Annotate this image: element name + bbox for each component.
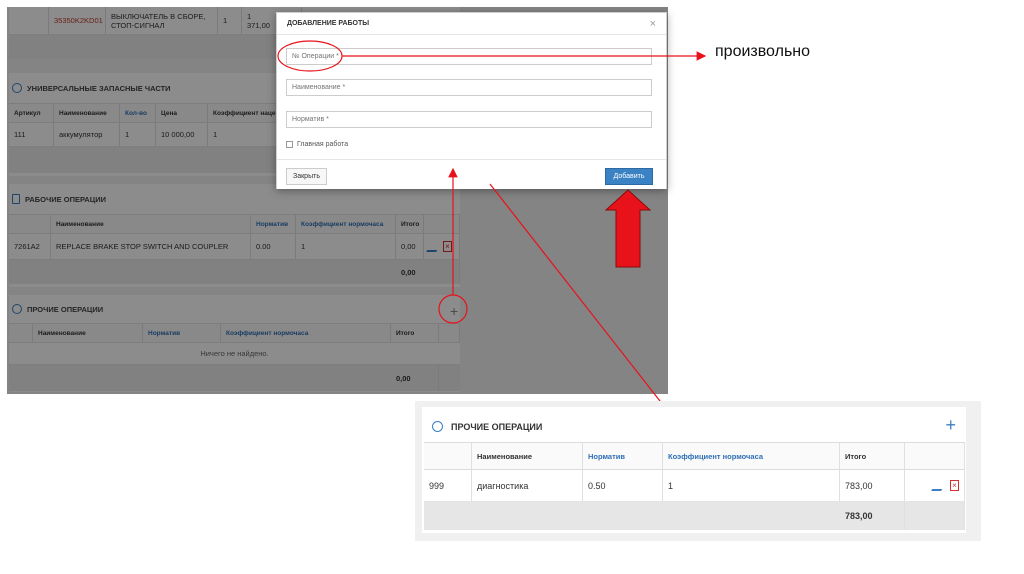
footer-total: 783,00 — [840, 502, 905, 530]
op-norm: 0.50 — [583, 470, 663, 501]
table-row: 999 диагностика 0.50 1 783,00 × — [424, 470, 965, 502]
table-footer: 783,00 — [424, 502, 965, 530]
result-panel: ПРОЧИЕ ОПЕРАЦИИ + Наименование Норматив … — [415, 401, 981, 541]
main-work-checkbox[interactable]: Главная работа — [286, 141, 348, 148]
table-header: Наименование Норматив Коэффициент нормоч… — [424, 442, 965, 470]
op-name: диагностика — [472, 470, 583, 501]
op-code: 999 — [424, 470, 472, 501]
close-icon[interactable]: × — [650, 18, 656, 30]
dialog-header: ДОБАВЛЕНИЕ РАБОТЫ × — [277, 13, 666, 35]
op-coef: 1 — [663, 470, 840, 501]
panel-title: ПРОЧИЕ ОПЕРАЦИИ — [432, 421, 542, 432]
close-button[interactable]: Закрыть — [286, 168, 327, 185]
delete-icon[interactable]: × — [950, 480, 959, 491]
edit-icon[interactable] — [931, 480, 947, 491]
annotation-note: произвольно — [715, 43, 811, 60]
name-input[interactable] — [286, 79, 652, 96]
dialog-title: ДОБАВЛЕНИЕ РАБОТЫ — [287, 20, 370, 27]
operation-number-input[interactable] — [286, 48, 652, 65]
gear-icon — [432, 421, 443, 432]
add-work-dialog: ДОБАВЛЕНИЕ РАБОТЫ × Главная работа Закры… — [276, 12, 667, 189]
op-total: 783,00 — [840, 470, 905, 501]
norm-input[interactable] — [286, 111, 652, 128]
plus-icon[interactable]: + — [945, 415, 956, 436]
dialog-footer: Закрыть Добавить — [277, 159, 666, 189]
checkbox-box[interactable] — [286, 141, 293, 148]
other-operations-card: ПРОЧИЕ ОПЕРАЦИИ + Наименование Норматив … — [422, 407, 966, 533]
main-work-label: Главная работа — [297, 141, 349, 148]
add-button[interactable]: Добавить — [605, 168, 653, 185]
